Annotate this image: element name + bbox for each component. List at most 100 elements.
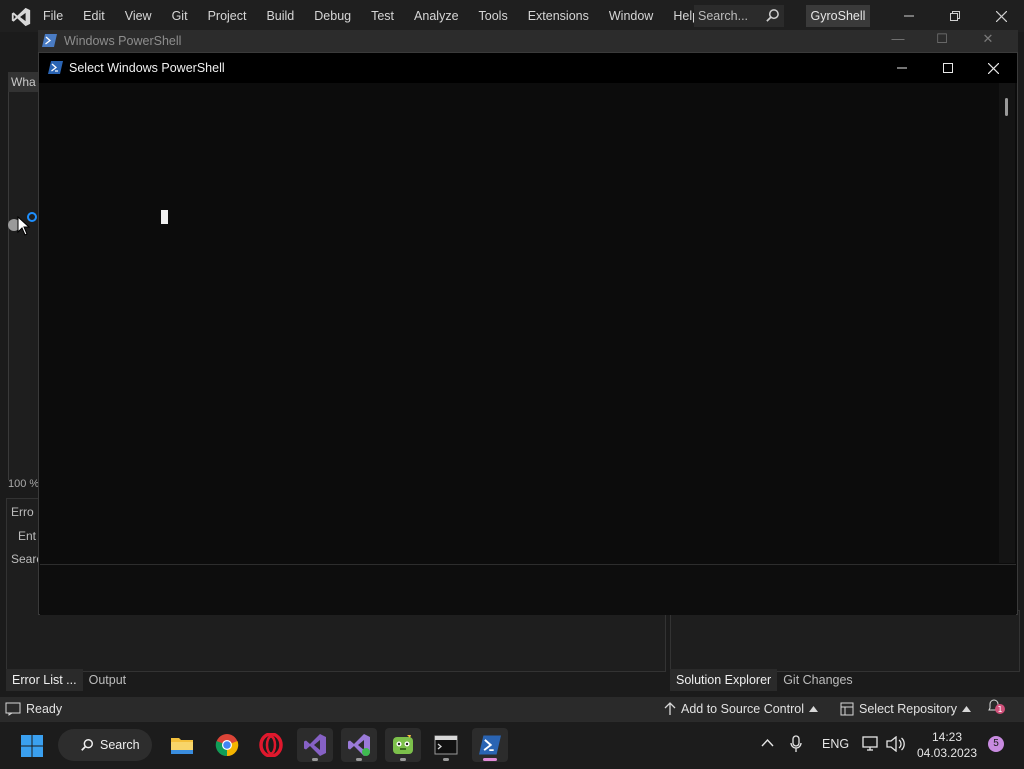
error-panel-label: Erro <box>11 505 34 519</box>
menu-git[interactable]: Git <box>165 0 201 32</box>
powershell-scrollbar[interactable] <box>999 83 1015 563</box>
menu-test[interactable]: Test <box>364 0 407 32</box>
running-indicator <box>443 758 449 761</box>
arrow-up-icon <box>664 702 676 715</box>
maximize-icon <box>943 63 953 73</box>
add-to-source-control-button[interactable]: Add to Source Control <box>664 697 818 721</box>
tab-error-list[interactable]: Error List ... <box>6 669 83 691</box>
add-to-source-control-label: Add to Source Control <box>681 702 804 716</box>
ps-maximize-button[interactable] <box>925 53 971 83</box>
notification-center-badge[interactable]: 5 <box>988 736 1004 752</box>
taskbar-search-button[interactable]: Search <box>58 729 152 761</box>
status-ready-text: Ready <box>26 702 63 716</box>
vs-restore-button[interactable] <box>932 0 978 32</box>
repository-icon <box>840 702 854 716</box>
clock-time: 14:23 <box>931 730 963 744</box>
microphone-icon[interactable] <box>790 735 802 753</box>
bg-maximize-button[interactable]: ☐ <box>932 31 952 47</box>
terminal-icon <box>434 735 458 755</box>
powershell-background-title: Windows PowerShell <box>64 34 182 48</box>
clock-date: 04.03.2023 <box>916 746 978 760</box>
powershell-window: Select Windows PowerShell <box>38 52 1018 615</box>
minimize-icon <box>904 15 914 17</box>
caret-up-icon <box>809 706 818 712</box>
menu-view[interactable]: View <box>118 0 165 32</box>
chevron-up-icon[interactable] <box>761 738 774 747</box>
vs-bottom-tab-strip: Error List ... Output <box>6 669 132 691</box>
vs-close-button[interactable] <box>978 0 1024 32</box>
taskbar-file-explorer[interactable] <box>164 728 200 762</box>
menu-window[interactable]: Window <box>602 0 666 32</box>
tab-git-changes[interactable]: Git Changes <box>777 669 858 691</box>
caret-up-icon <box>961 706 971 712</box>
minimize-icon <box>897 67 907 69</box>
menu-extensions[interactable]: Extensions <box>521 0 602 32</box>
powershell-console-area[interactable] <box>40 83 1000 563</box>
menu-debug[interactable]: Debug <box>307 0 364 32</box>
bell-icon: 1 <box>988 699 1005 714</box>
search-icon <box>81 739 93 751</box>
vs-editor-area[interactable] <box>8 92 39 480</box>
powershell-icon <box>42 34 57 47</box>
vs-search-box[interactable]: Search... <box>694 5 784 27</box>
ps-minimize-button[interactable] <box>879 53 925 83</box>
network-icon[interactable] <box>862 736 880 752</box>
menu-analyze[interactable]: Analyze <box>407 0 471 32</box>
powershell-title: Select Windows PowerShell <box>69 61 225 75</box>
powershell-icon <box>48 61 63 74</box>
scrollbar-thumb[interactable] <box>1005 98 1008 116</box>
close-icon <box>995 10 1007 22</box>
restore-icon <box>950 11 960 21</box>
menu-tools[interactable]: Tools <box>472 0 521 32</box>
menu-edit[interactable]: Edit <box>76 0 118 32</box>
solution-name-badge[interactable]: GyroShell <box>806 5 870 27</box>
powershell-icon <box>479 735 501 755</box>
vs-zoom-level[interactable]: 100 % <box>8 478 39 490</box>
vs-minimize-button[interactable] <box>886 0 932 32</box>
main-menu: File Edit View Git Project Build Debug T… <box>36 0 712 32</box>
search-icon <box>766 9 779 22</box>
select-repository-button[interactable]: Select Repository <box>840 697 971 721</box>
taskbar-game-app[interactable] <box>385 728 421 762</box>
powershell-lower-area <box>40 564 1016 615</box>
tab-solution-explorer[interactable]: Solution Explorer <box>670 669 778 691</box>
taskbar-clock[interactable]: 14:23 04.03.2023 <box>912 729 982 761</box>
taskbar-chrome[interactable] <box>209 728 245 762</box>
busy-indicator-icon <box>27 212 37 222</box>
taskbar-visual-studio[interactable] <box>297 728 333 762</box>
menu-project[interactable]: Project <box>201 0 260 32</box>
taskbar-terminal[interactable] <box>428 728 464 762</box>
file-explorer-icon <box>171 738 193 754</box>
visual-studio-logo-icon[interactable] <box>10 6 32 28</box>
language-indicator[interactable]: ENG <box>822 737 849 751</box>
taskbar-powershell[interactable] <box>472 728 508 762</box>
close-icon <box>987 62 999 74</box>
notifications-button[interactable]: 1 <box>986 697 1006 715</box>
chrome-icon <box>215 734 239 757</box>
tab-output[interactable]: Output <box>83 669 133 691</box>
running-indicator <box>312 758 318 761</box>
notification-count: 1 <box>997 705 1002 714</box>
game-icon <box>393 735 413 754</box>
taskbar-opera[interactable] <box>253 728 289 762</box>
vs-document-tab[interactable]: Wha <box>8 72 41 92</box>
taskbar-visual-studio-preview[interactable] <box>341 728 377 762</box>
opera-icon <box>259 733 283 757</box>
running-indicator <box>400 758 406 761</box>
text-cursor <box>161 210 168 224</box>
volume-icon[interactable] <box>886 736 906 752</box>
status-ready: Ready <box>5 697 62 721</box>
visual-studio-icon <box>304 734 326 756</box>
powershell-titlebar[interactable]: Select Windows PowerShell <box>39 53 1017 83</box>
vs-right-tab-strip: Solution Explorer Git Changes <box>670 669 859 691</box>
vs-search-placeholder: Search... <box>698 9 749 23</box>
entire-solution-dropdown[interactable]: Ent <box>18 529 36 543</box>
bg-minimize-button[interactable]: — <box>888 31 908 46</box>
output-window-icon <box>5 702 21 716</box>
menu-file[interactable]: File <box>36 0 76 32</box>
bg-close-button[interactable]: ✕ <box>978 31 998 47</box>
ps-close-button[interactable] <box>970 53 1016 83</box>
windows-taskbar: Search ENG 14:23 04.03.2023 5 <box>0 721 1024 769</box>
windows-start-icon[interactable] <box>20 734 44 758</box>
menu-build[interactable]: Build <box>259 0 307 32</box>
